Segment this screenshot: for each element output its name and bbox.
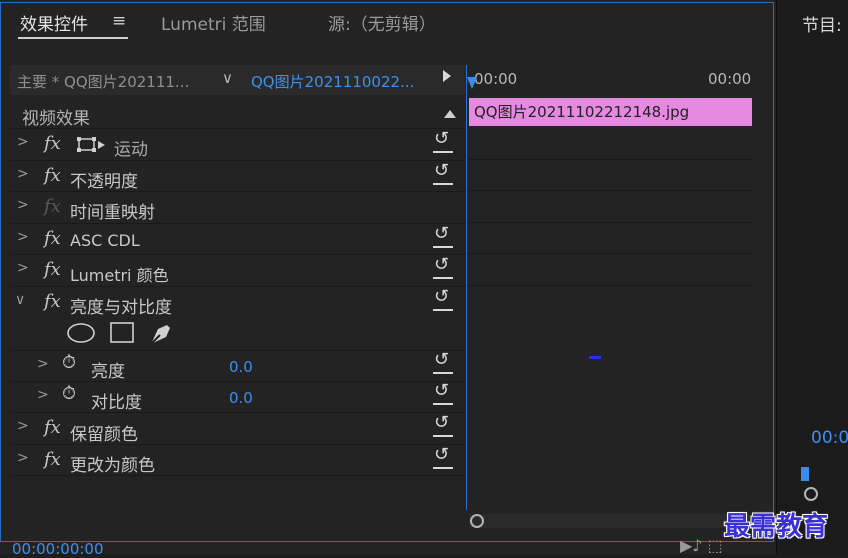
- reset-icon[interactable]: ↺: [434, 223, 449, 244]
- playhead-handle[interactable]: [467, 77, 477, 89]
- reset-underline: [433, 309, 453, 311]
- tab-lumetri-scopes[interactable]: Lumetri 范围: [161, 10, 266, 35]
- reset-icon[interactable]: ↺: [434, 254, 449, 275]
- expand-arrow-icon[interactable]: >: [17, 450, 29, 466]
- filter-audio-icon[interactable]: ▶♪ ⬚: [680, 536, 723, 555]
- effect-label: 更改为颜色: [70, 456, 155, 476]
- param-label: 对比度: [91, 393, 142, 413]
- program-playhead[interactable]: [801, 467, 809, 481]
- reset-underline: [433, 435, 453, 437]
- expand-arrow-icon[interactable]: >: [17, 229, 29, 245]
- expand-arrow-icon[interactable]: >: [37, 356, 49, 372]
- playhead-line: [466, 65, 467, 510]
- expand-arrow-icon[interactable]: >: [17, 134, 29, 150]
- current-timecode[interactable]: 00:00:00:00: [12, 540, 104, 558]
- timeline-row-line: [469, 222, 752, 223]
- transform-icon[interactable]: [77, 136, 107, 154]
- effect-label: 保留颜色: [70, 425, 138, 445]
- param-label: 亮度: [91, 362, 125, 382]
- timeline-row-line: [469, 285, 752, 286]
- reset-icon[interactable]: ↺: [434, 160, 449, 181]
- reset-underline: [433, 467, 453, 469]
- fx-toggle-icon[interactable]: fx: [44, 417, 61, 438]
- program-monitor-title[interactable]: 节目:: [802, 11, 842, 36]
- expand-arrow-icon[interactable]: >: [17, 197, 29, 213]
- selected-clip-dropdown[interactable]: QQ图片2021110022...: [251, 71, 414, 92]
- reset-underline: [433, 183, 453, 185]
- timeline-row-line: [469, 253, 752, 254]
- reset-underline: [433, 372, 453, 374]
- fx-toggle-icon[interactable]: fx: [44, 133, 61, 154]
- fx-toggle-icon[interactable]: fx: [44, 228, 61, 249]
- reset-icon[interactable]: ↺: [434, 380, 449, 401]
- pen-mask-icon[interactable]: [151, 325, 170, 344]
- reset-underline: [433, 277, 453, 279]
- fx-toggle-icon[interactable]: fx: [44, 259, 61, 280]
- reset-icon[interactable]: ↺: [434, 444, 449, 465]
- timeline-row-line: [469, 190, 752, 191]
- video-effects-header: 视频效果: [22, 109, 90, 129]
- effect-label: ASC CDL: [70, 231, 140, 250]
- program-scroll-handle[interactable]: [804, 487, 818, 501]
- watermark-logo: 最需教育: [724, 512, 829, 542]
- program-timecode[interactable]: 00:0: [811, 428, 848, 448]
- param-value[interactable]: 0.0: [229, 358, 253, 376]
- stopwatch-icon[interactable]: ⏱: [62, 352, 76, 373]
- fx-toggle-icon[interactable]: fx: [44, 449, 61, 470]
- param-value[interactable]: 0.0: [229, 389, 253, 407]
- mask-tools: [67, 322, 170, 344]
- rectangle-mask-icon[interactable]: [110, 322, 134, 343]
- tab-source[interactable]: 源:（无剪辑）: [328, 10, 436, 35]
- master-clip-label[interactable]: 主要 * QQ图片202111...: [17, 71, 189, 92]
- ellipse-mask-icon[interactable]: [67, 323, 95, 343]
- collapse-arrow-icon[interactable]: ∨: [15, 292, 25, 308]
- expand-arrow-icon[interactable]: >: [17, 166, 29, 182]
- keyframe-marker[interactable]: [589, 356, 601, 359]
- reset-underline: [433, 403, 453, 405]
- fx-toggle-icon: fx: [44, 196, 61, 217]
- effect-label: 运动: [114, 140, 148, 160]
- reset-icon[interactable]: ↺: [434, 286, 449, 307]
- fx-toggle-icon[interactable]: fx: [44, 165, 61, 186]
- chevron-down-icon[interactable]: ∨: [222, 69, 233, 87]
- program-monitor-panel: [781, 0, 848, 554]
- scroll-handle[interactable]: [470, 514, 484, 528]
- expand-arrow-icon[interactable]: >: [17, 418, 29, 434]
- stopwatch-icon[interactable]: ⏱: [62, 383, 76, 404]
- reset-icon[interactable]: ↺: [434, 412, 449, 433]
- timeline-end-timecode: 00:00: [708, 70, 752, 88]
- effect-label: Lumetri 颜色: [70, 266, 169, 285]
- effect-label: 亮度与对比度: [70, 298, 172, 318]
- reset-underline: [433, 246, 453, 248]
- collapse-up-icon[interactable]: [444, 110, 456, 118]
- effect-label: 不透明度: [70, 172, 138, 192]
- panel-menu-icon[interactable]: ≡: [112, 11, 126, 31]
- fx-toggle-icon[interactable]: fx: [44, 291, 61, 312]
- tab-effect-controls[interactable]: 效果控件: [20, 10, 88, 35]
- expand-arrow-icon[interactable]: >: [37, 387, 49, 403]
- effect-label: 时间重映射: [70, 203, 155, 223]
- active-tab-underline: [18, 37, 128, 39]
- timeline-zoom-scrollbar[interactable]: [469, 514, 752, 528]
- timeline-row-line: [469, 159, 752, 160]
- reset-icon[interactable]: ↺: [434, 128, 449, 149]
- play-only-icon[interactable]: [443, 70, 451, 82]
- timeline-start-timecode: 00:00: [474, 70, 518, 88]
- clip-bar[interactable]: QQ图片20211102212148.jpg: [469, 98, 752, 126]
- reset-icon[interactable]: ↺: [434, 349, 449, 370]
- expand-arrow-icon[interactable]: >: [17, 260, 29, 276]
- reset-underline: [433, 151, 453, 153]
